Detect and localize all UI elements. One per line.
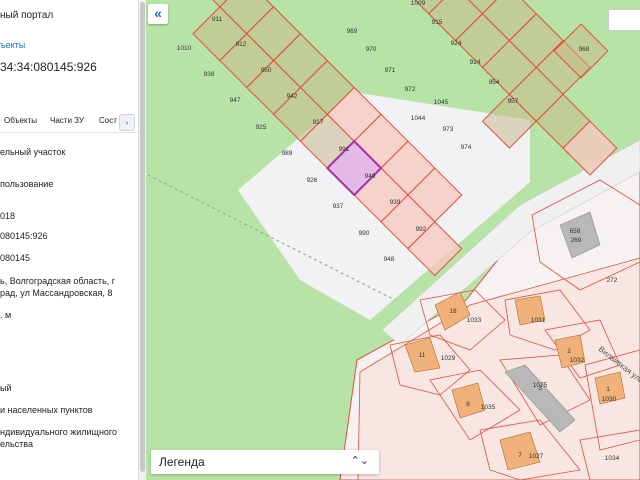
parcel-label: 972 [405, 86, 416, 93]
parcel-label: 968 [579, 46, 590, 53]
tab-bar: Объекты Части ЗУ Сост › [0, 112, 138, 133]
field-cad-number: 080145:926 [0, 231, 48, 241]
parcel-label: 942 [287, 93, 298, 100]
parcel-label: 949 [365, 173, 376, 180]
cadastral-number: 34:34:080145:926 [0, 60, 97, 74]
field-status: ый [0, 383, 12, 393]
map-view[interactable]: 911 1010 912 938 950 947 942 925 917 989… [146, 0, 640, 480]
field-address-line1: ь, Волгоградская область, г [0, 276, 116, 286]
parcel-label: 1027 [529, 453, 544, 460]
portal-title: ный портал [0, 10, 54, 21]
parcel-label: 974 [461, 144, 472, 151]
parcel-label: 969 [347, 28, 358, 35]
tab-objects[interactable]: Объекты [4, 116, 37, 125]
map-search-box[interactable] [608, 9, 640, 31]
parcel-label: 938 [204, 71, 215, 78]
tab-parts[interactable]: Части ЗУ [50, 116, 84, 125]
building-label: 11 [419, 352, 426, 359]
parcel-grid-west [192, 0, 355, 169]
parcel-label: 971 [385, 67, 396, 74]
scrollbar-thumb[interactable] [140, 2, 145, 472]
parcel-label: 954 [489, 79, 500, 86]
parcel-label: 272 [607, 277, 618, 284]
legend-dropdown[interactable]: Легенда ⌃⌄ [151, 450, 379, 474]
building-label: 1 [606, 386, 610, 393]
parcel-label: 970 [366, 46, 377, 53]
parcel-label: 992 [416, 226, 427, 233]
parcel-label: 911 [212, 16, 223, 23]
parcel-label: 1030 [602, 396, 617, 403]
parcel-label: 925 [256, 124, 267, 131]
building-label: 18 [449, 308, 457, 315]
parcel-label: 915 [432, 19, 443, 26]
collapse-sidebar-icon[interactable]: « [148, 4, 168, 24]
parcel-label: 1035 [481, 404, 496, 411]
parcel-label: 989 [282, 150, 293, 157]
parcel-label: 917 [313, 119, 324, 126]
parcel-label: 957 [508, 98, 519, 105]
parcel-label: 1009 [411, 0, 426, 7]
chevron-updown-icon: ⌃⌄ [350, 455, 369, 467]
parcel-label-selected: 926 [307, 177, 318, 184]
building-label: 3 [538, 385, 542, 392]
field-quarter: 080145 [0, 253, 31, 263]
parcel-label: 973 [443, 126, 454, 133]
map-canvas[interactable]: 911 1010 912 938 950 947 942 925 917 989… [146, 0, 640, 480]
field-category: и населенных пунктов [0, 405, 93, 415]
building-label: 7 [518, 452, 522, 459]
parcel-label: 658 [570, 228, 581, 235]
parcel-label: 1010 [177, 45, 192, 52]
parcel-label: 1031 [531, 317, 546, 324]
parcel-label: 948 [384, 256, 395, 263]
tabs-next-arrow-icon[interactable]: › [119, 114, 135, 131]
parcel-label: 1045 [434, 99, 449, 106]
parcel-label: 990 [359, 230, 370, 237]
field-land-type: ельный участок [0, 147, 66, 157]
parcel-label: 914 [470, 59, 481, 66]
parcel-label: 1034 [605, 455, 620, 462]
parcel-label: 991 [339, 146, 350, 153]
objects-link[interactable]: ъекты [0, 40, 25, 50]
field-date: 018 [0, 211, 16, 221]
field-permitted-use-line2: ельства [0, 439, 33, 449]
parcel-label: 950 [261, 67, 272, 74]
info-sidebar: ный портал ъекты 34:34:080145:926 Объект… [0, 0, 138, 480]
parcel-label: 947 [230, 97, 241, 104]
legend-label: Легенда [159, 455, 205, 469]
field-address-line2: рад, ул Массандровская, 8 [0, 288, 113, 298]
parcel-label: 924 [451, 40, 462, 47]
tab-state[interactable]: Сост [99, 116, 117, 125]
parcel-label: 1033 [467, 317, 482, 324]
field-permitted-use-line1: ндивидуального жилищного [0, 427, 118, 437]
parcel-label: 1029 [441, 355, 456, 362]
building-label: 2 [567, 348, 571, 355]
building-label: 8 [466, 401, 470, 408]
parcel-label: 269 [571, 237, 582, 244]
parcel-label: 939 [390, 199, 401, 206]
field-usage: пользование [0, 179, 54, 189]
parcel-label: 912 [236, 41, 247, 48]
parcel-label: 1032 [570, 357, 585, 364]
field-area-unit: . м [0, 310, 12, 320]
parcel-label: 1044 [411, 115, 426, 122]
parcel-label: 937 [333, 203, 344, 210]
